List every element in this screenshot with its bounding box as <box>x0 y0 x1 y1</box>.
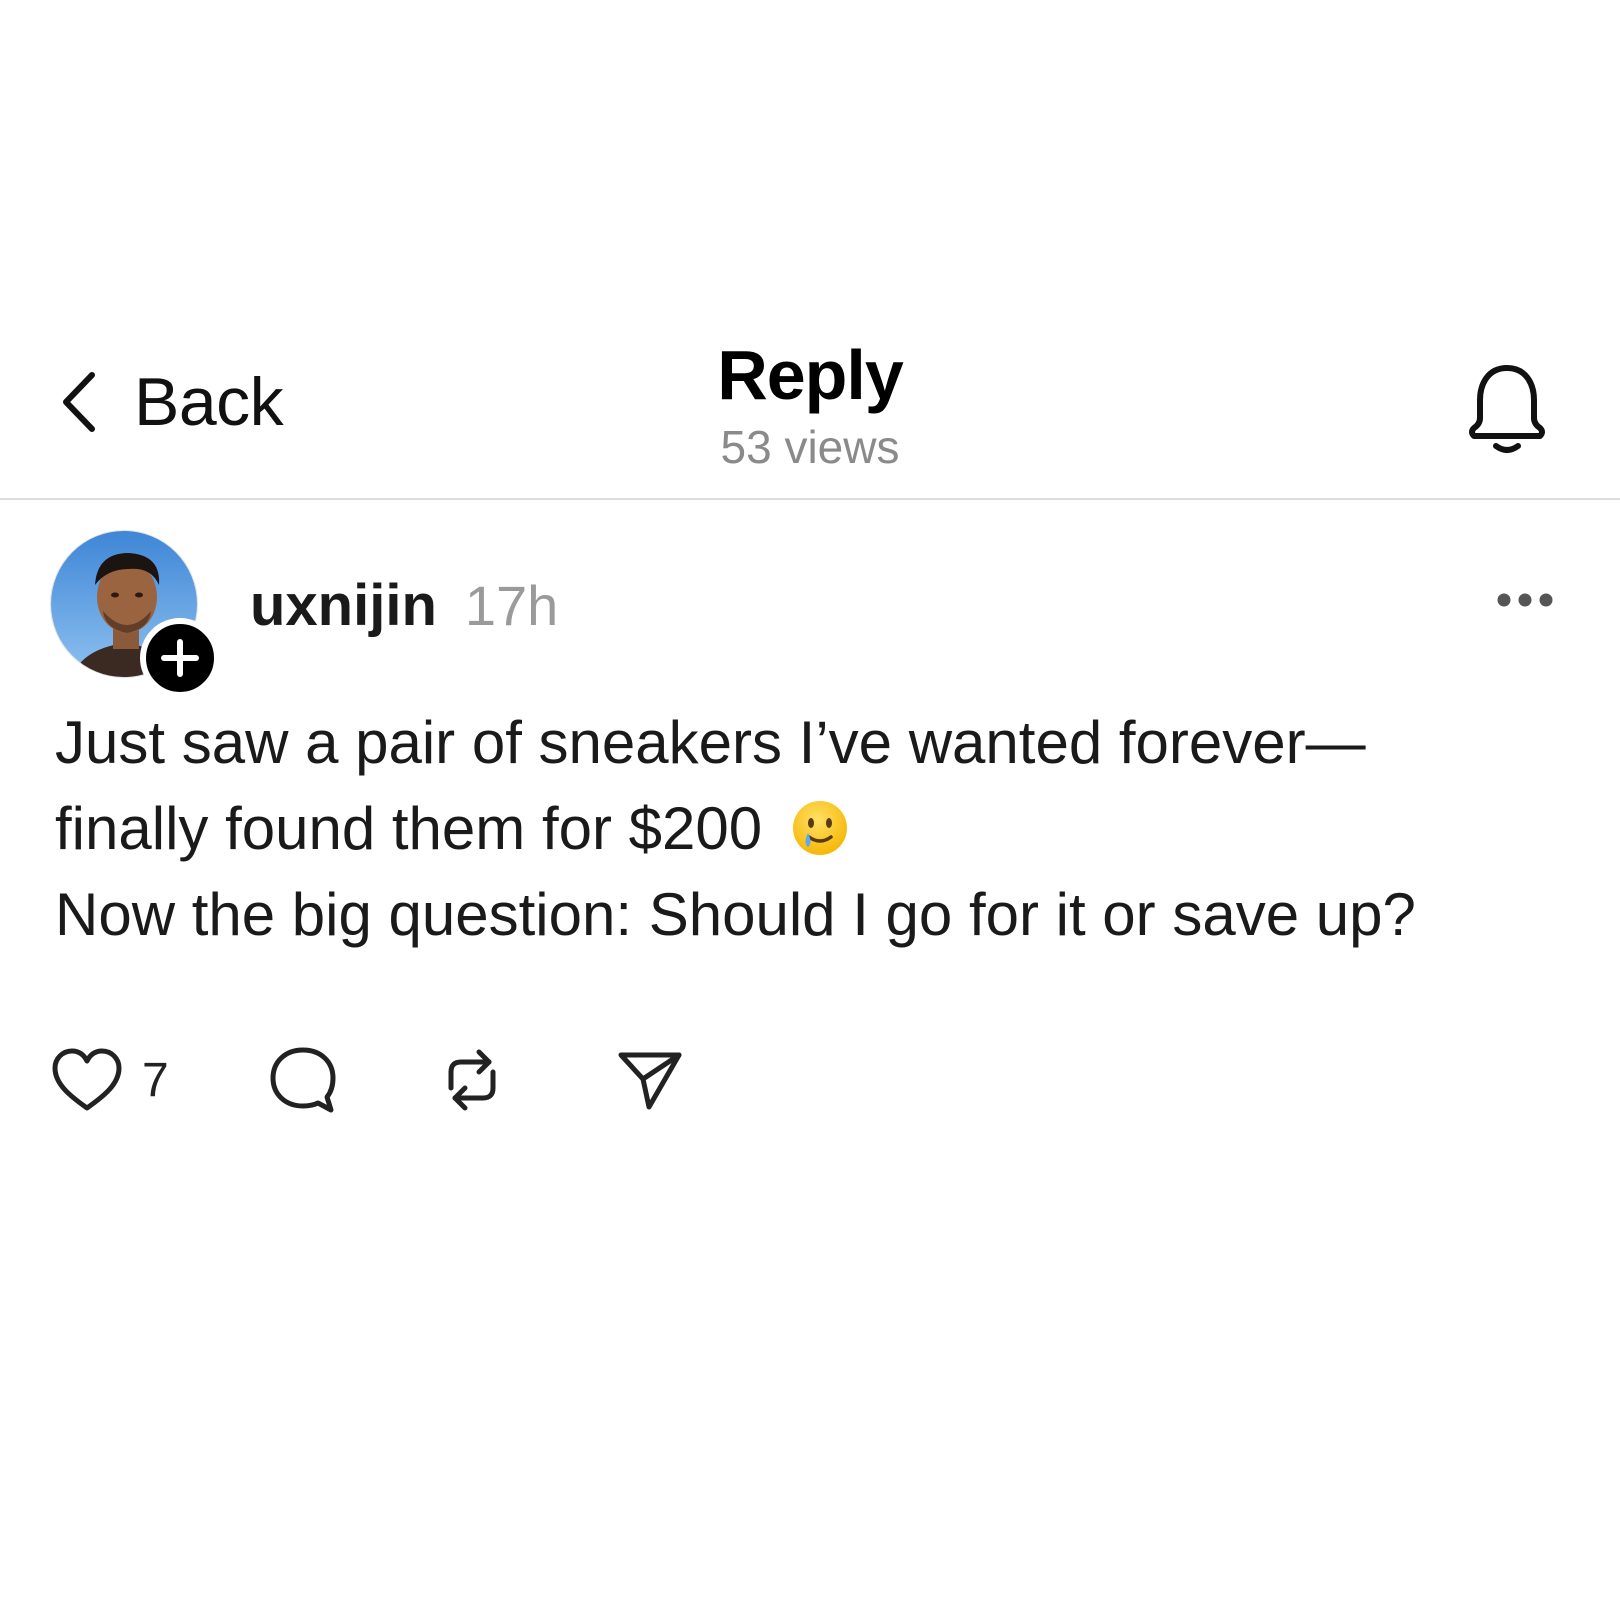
heart-icon <box>52 1048 122 1111</box>
comment-icon <box>270 1047 336 1113</box>
post-body: Just saw a pair of sneakers I’ve wanted … <box>55 700 1555 958</box>
top-bar: Back Reply 53 views <box>0 330 1620 500</box>
back-button[interactable]: Back <box>58 362 284 442</box>
send-icon <box>618 1052 682 1110</box>
post-text-line: Now the big question: Should I go for it… <box>55 881 1416 948</box>
plus-icon <box>161 639 199 677</box>
follow-button[interactable] <box>140 618 220 698</box>
repost-icon <box>448 1049 496 1111</box>
username[interactable]: uxnijin <box>250 572 437 639</box>
avatar-container[interactable] <box>50 530 220 698</box>
share-button[interactable] <box>615 1047 685 1113</box>
post-text-line: Just saw a pair of sneakers I’ve wanted … <box>55 709 1366 776</box>
repost-button[interactable] <box>437 1044 507 1116</box>
bell-icon <box>1469 365 1545 453</box>
notifications-button[interactable] <box>1464 360 1550 461</box>
smiling-face-with-tear-icon <box>792 801 847 856</box>
comment-button[interactable] <box>267 1044 339 1116</box>
more-horizontal-icon <box>1497 593 1553 607</box>
like-button[interactable]: 7 <box>50 1046 169 1114</box>
more-options-button[interactable] <box>1496 592 1554 613</box>
like-count: 7 <box>142 1053 169 1107</box>
back-label: Back <box>134 364 284 440</box>
post-text-line: finally found them for $200 <box>55 795 763 862</box>
post-text-line-with-emoji: finally found them for $200 <box>55 786 1555 872</box>
timestamp: 17h <box>464 574 559 637</box>
chevron-left-icon <box>63 372 95 432</box>
post-actions: 7 <box>50 1040 685 1120</box>
post-meta: uxnijin 17h <box>250 572 558 639</box>
